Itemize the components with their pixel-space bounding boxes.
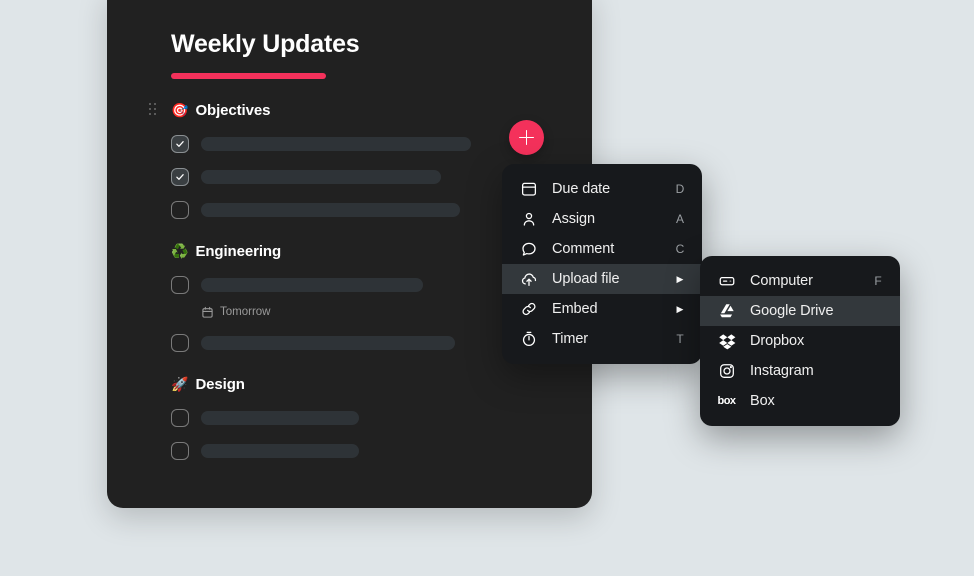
rocket-emoji: 🚀 [171,376,189,392]
task-row[interactable] [171,408,566,428]
page-title: Weekly Updates [171,30,360,58]
person-icon [519,210,538,229]
task-checkbox[interactable] [171,135,189,153]
task-due-date-label: Tomorrow [220,306,271,318]
box-icon: box [717,395,736,407]
task-title-placeholder [201,137,471,151]
menu-item-comment[interactable]: Comment C [502,234,702,264]
dropbox-icon [717,332,736,351]
menu-shortcut: F [874,274,882,288]
menu-item-embed[interactable]: Embed ▶ [502,294,702,324]
menu-shortcut: T [676,332,684,346]
title-underline [171,73,326,79]
menu-item-label: Computer [750,273,813,289]
context-menu: Due date D Assign A Comment C Upload file ▶ Embe… [502,164,702,364]
link-icon [519,300,538,319]
upload-cloud-icon [519,270,538,289]
task-checkbox[interactable] [171,442,189,460]
task-row[interactable] [171,134,566,154]
menu-item-label: Comment [552,241,615,257]
section-title: Engineering [195,242,282,260]
task-checkbox[interactable] [171,276,189,294]
drag-handle-icon[interactable] [149,103,157,116]
task-title-placeholder [201,203,460,217]
menu-item-label: Dropbox [750,333,805,349]
menu-shortcut: C [675,242,685,256]
section-title: Design [195,375,245,393]
section-title: Objectives [195,101,271,119]
chevron-right-icon: ▶ [676,273,684,284]
menu-shortcut: D [675,182,685,196]
menu-item-label: Google Drive [750,303,834,319]
comment-icon [519,240,538,259]
menu-item-label: Assign [552,211,595,227]
submenu-item-instagram[interactable]: Instagram [700,356,900,386]
task-checkbox[interactable] [171,409,189,427]
hard-drive-icon [717,272,736,291]
menu-item-label: Timer [552,331,589,347]
menu-item-label: Box [750,393,775,409]
menu-item-due-date[interactable]: Due date D [502,174,702,204]
section-design: 🚀 Design [171,373,566,461]
menu-item-label: Due date [552,181,611,197]
menu-item-label: Instagram [750,363,814,379]
task-checkbox[interactable] [171,168,189,186]
add-task-button[interactable] [509,120,544,155]
task-title-placeholder [201,336,455,350]
submenu-item-computer[interactable]: Computer F [700,266,900,296]
menu-item-assign[interactable]: Assign A [502,204,702,234]
calendar-icon [519,180,538,199]
menu-item-upload-file[interactable]: Upload file ▶ [502,264,702,294]
instagram-icon [717,362,736,381]
task-checkbox[interactable] [171,201,189,219]
submenu-item-dropbox[interactable]: Dropbox [700,326,900,356]
menu-item-label: Embed [552,301,598,317]
menu-shortcut: A [675,212,684,226]
task-title-placeholder [201,444,359,458]
submenu-item-google-drive[interactable]: Google Drive [700,296,900,326]
timer-icon [519,330,538,349]
section-header: 🎯 Objectives [149,99,566,121]
recycle-emoji: ♻️ [171,243,189,259]
upload-file-submenu: Computer F Google Drive Dropbox Instagram box… [700,256,900,426]
dart-emoji: 🎯 [171,102,189,118]
google-drive-icon [717,302,736,321]
task-checkbox[interactable] [171,334,189,352]
section-header: 🚀 Design [171,373,566,395]
menu-item-timer[interactable]: Timer T [502,324,702,354]
menu-item-label: Upload file [552,271,620,287]
task-title-placeholder [201,278,423,292]
task-row[interactable] [171,441,566,461]
task-title-placeholder [201,411,359,425]
submenu-item-box[interactable]: box Box [700,386,900,416]
task-title-placeholder [201,170,441,184]
chevron-right-icon: ▶ [676,303,684,314]
